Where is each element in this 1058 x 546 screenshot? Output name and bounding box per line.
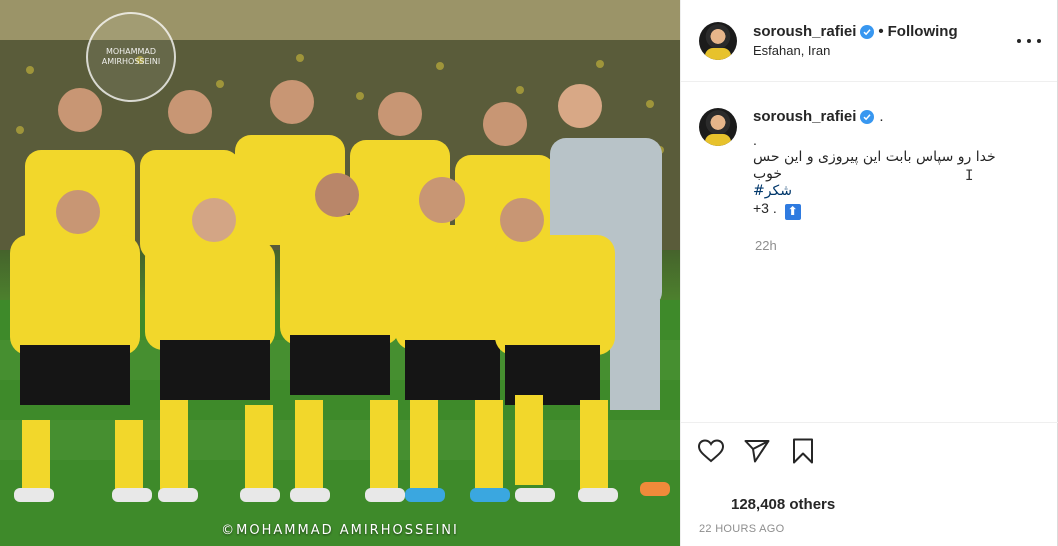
caption-after-username: . xyxy=(879,108,884,125)
caption-plus-text: +3 . xyxy=(753,200,777,216)
text-cursor-icon: I xyxy=(965,168,974,184)
photographer-logo-line2: AMIRHOSSEINI xyxy=(101,57,161,66)
caption-user-line: soroush_rafiei . xyxy=(753,108,996,125)
following-button[interactable]: Following xyxy=(888,23,958,40)
post-photo[interactable]: MOHAMMAD AMIRHOSSEINI ©MOHAMMAD AMIRHOSS… xyxy=(0,0,680,546)
caption-row: soroush_rafiei . . خدا رو سپاس بابت این … xyxy=(699,108,1041,220)
caption-verified-badge-icon xyxy=(860,109,875,124)
caption-time[interactable]: 22h xyxy=(755,238,1041,253)
avatar[interactable] xyxy=(699,21,737,60)
post-header: soroush_rafiei • Following Esfahan, Iran xyxy=(681,0,1057,82)
caption-line-plus: +3 . ⬆ xyxy=(753,200,996,220)
caption-hashtag[interactable]: #شکر xyxy=(753,183,996,200)
header-text: soroush_rafiei • Following Esfahan, Iran xyxy=(753,23,958,58)
caption-body: soroush_rafiei . . خدا رو سپاس بابت این … xyxy=(753,108,996,220)
heart-icon[interactable] xyxy=(697,437,725,465)
post-timestamp[interactable]: 22 HOURS AGO xyxy=(699,523,785,535)
caption-line-dot: . xyxy=(753,132,757,148)
likes-count[interactable]: 128,408 others xyxy=(731,496,835,513)
photographer-logo: MOHAMMAD AMIRHOSSEINI xyxy=(86,12,176,102)
post-side-panel: soroush_rafiei • Following Esfahan, Iran… xyxy=(680,0,1058,546)
username-link[interactable]: soroush_rafiei xyxy=(753,23,856,40)
location-link[interactable]: Esfahan, Iran xyxy=(753,43,958,58)
verified-badge-icon xyxy=(860,24,875,39)
caption-username-link[interactable]: soroush_rafiei xyxy=(753,108,856,125)
action-bar xyxy=(681,422,1058,482)
caption-line-text-1: خدا رو سپاس بابت این پیروزی و این حس xyxy=(753,149,996,165)
caption-line-text-2: خوب xyxy=(753,166,783,182)
caption-avatar[interactable] xyxy=(699,108,737,146)
caption: soroush_rafiei . . خدا رو سپاس بابت این … xyxy=(699,108,1041,253)
header-user-line: soroush_rafiei • Following xyxy=(753,23,958,40)
more-options-icon[interactable] xyxy=(1017,33,1041,49)
up-arrow-icon: ⬆ xyxy=(784,203,801,220)
photo-watermark: ©MOHAMMAD AMIRHOSSEINI xyxy=(221,523,459,538)
photographer-logo-line1: MOHAMMAD xyxy=(105,46,157,56)
bookmark-icon[interactable] xyxy=(789,437,817,465)
separator-dot: • xyxy=(878,23,884,40)
paper-plane-icon[interactable] xyxy=(743,437,771,465)
